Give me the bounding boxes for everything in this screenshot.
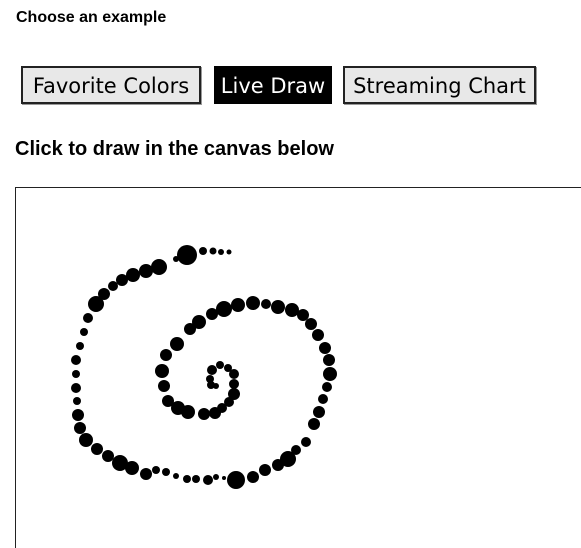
stroke-dot [88,296,104,312]
draw-instruction: Click to draw in the canvas below [15,138,334,160]
stroke-dot [125,461,139,475]
stroke-dot [207,365,217,375]
stroke-dot [126,268,140,282]
stroke-dot [177,245,197,265]
stroke-dot [108,281,118,291]
stroke-dot [74,422,86,434]
stroke-dot [83,313,93,323]
stroke-dot [318,394,328,404]
stroke-dot [155,364,169,378]
stroke-dot [209,247,217,255]
stroke-dot [139,264,153,278]
stroke-dot [183,475,191,483]
stroke-dot [158,380,170,392]
stroke-dot [218,249,224,255]
stroke-dot [173,256,179,262]
stroke-dot [323,354,335,366]
stroke-dot [246,296,260,310]
stroke-dot [199,247,207,255]
stroke-dot [291,445,301,455]
stroke-dot [72,370,80,378]
stroke-dot [259,464,271,476]
stroke-dot [224,364,232,372]
stroke-dot [206,308,218,320]
stroke-dot [152,466,160,474]
stroke-dot [91,443,103,455]
stroke-dot [71,383,81,393]
stroke-dot [184,323,196,335]
drawn-stroke [71,245,337,489]
tab-favorite-colors[interactable]: Favorite Colors [21,66,201,104]
stroke-dot [323,367,337,381]
stroke-dot [198,408,210,420]
stroke-dot [213,474,219,480]
stroke-dot [227,471,245,489]
stroke-dot [140,468,152,480]
drawing-canvas[interactable] [15,187,581,548]
stroke-dot [231,298,245,312]
stroke-dot [80,328,88,336]
stroke-dot [181,405,195,419]
stroke-dot [247,471,259,483]
stroke-dot [213,383,219,389]
stroke-dot [72,409,84,421]
stroke-dot [173,473,179,479]
tab-streaming-chart[interactable]: Streaming Chart [343,66,536,104]
stroke-dot [102,450,114,462]
stroke-dot [192,475,200,483]
drawing-surface[interactable] [16,188,581,548]
stroke-dot [305,318,317,330]
stroke-dot [226,249,232,255]
stroke-dot [216,301,232,317]
stroke-dot [271,300,285,314]
stroke-dot [229,379,239,389]
tab-live-draw[interactable]: Live Draw [214,66,332,104]
stroke-dot [79,433,93,447]
stroke-dot [301,437,311,447]
stroke-dot [162,468,170,476]
stroke-dot [203,475,213,485]
stroke-dot [261,299,271,309]
stroke-dot [308,418,320,430]
stroke-dot [76,342,84,350]
stroke-dot [71,355,81,365]
stroke-dot [319,342,331,354]
stroke-dot [228,388,240,400]
example-chooser-title: Choose an example [16,9,167,26]
stroke-dot [160,349,172,361]
stroke-dot [322,382,332,392]
stroke-dot [73,397,81,405]
stroke-dot [312,329,324,341]
stroke-dot [285,303,299,317]
stroke-dot [151,259,167,275]
stroke-dot [216,361,224,369]
stroke-dot [313,406,325,418]
stroke-dot [116,274,128,286]
stroke-dot [170,337,184,351]
stroke-dot [222,476,226,480]
